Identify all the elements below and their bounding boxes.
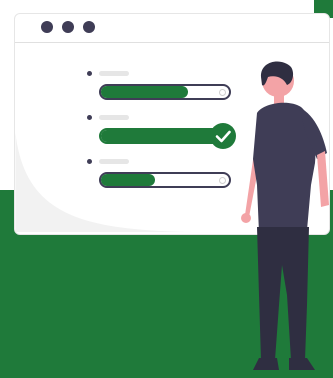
label-placeholder-line — [99, 159, 129, 164]
progress-bar-fill — [101, 86, 189, 98]
progress-bar-fill — [101, 130, 227, 142]
standing-person-illustration — [241, 61, 329, 370]
progress-knob — [219, 89, 226, 96]
window-header-divider — [15, 42, 329, 43]
progress-bar — [99, 172, 231, 188]
label-placeholder-line — [99, 115, 129, 120]
window-dot-icon — [41, 21, 53, 33]
window-dot-icon — [83, 21, 95, 33]
illustration-scene — [0, 0, 333, 378]
checkmark-icon — [210, 123, 236, 149]
progress-knob — [219, 177, 226, 184]
list-bullet — [87, 71, 92, 76]
window-dot-icon — [62, 21, 74, 33]
label-placeholder-line — [99, 71, 129, 76]
list-bullet — [87, 159, 92, 164]
progress-bar — [99, 84, 231, 100]
progress-bar-fill — [101, 174, 155, 186]
list-bullet — [87, 115, 92, 120]
